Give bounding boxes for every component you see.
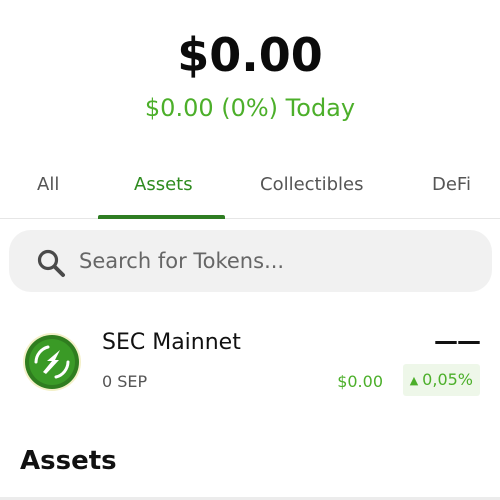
asset-tabs: All Assets Collectibles DeFi (0, 160, 500, 219)
balance-change-today: $0.00 (0%) Today (144, 94, 356, 122)
token-name: SEC Mainnet (102, 330, 241, 355)
search-input[interactable] (79, 230, 469, 292)
total-balance: $0.00 (177, 28, 323, 82)
tab-defi[interactable]: DeFi (432, 174, 471, 195)
assets-section-title: Assets (20, 446, 117, 476)
token-fiat-value: $0.00 (337, 372, 383, 391)
token-balance: 0 SEP (102, 372, 148, 391)
token-change-badge: ▲ 0,05% (402, 364, 480, 396)
tab-collectibles[interactable]: Collectibles (260, 174, 364, 195)
up-triangle-icon: ▲ (409, 374, 419, 387)
token-row-sec-mainnet[interactable]: SEC Mainnet 0 SEP —— $0.00 ▲ 0,05% (0, 320, 500, 410)
token-change-value: 0,05% (422, 370, 473, 389)
token-search-bar[interactable] (9, 230, 492, 292)
tab-all[interactable]: All (37, 174, 59, 195)
sec-mainnet-logo-icon (23, 333, 81, 391)
tab-assets[interactable]: Assets (134, 174, 193, 195)
search-icon (37, 249, 65, 277)
token-price-placeholder: —— (434, 327, 481, 355)
active-tab-indicator (98, 215, 225, 219)
